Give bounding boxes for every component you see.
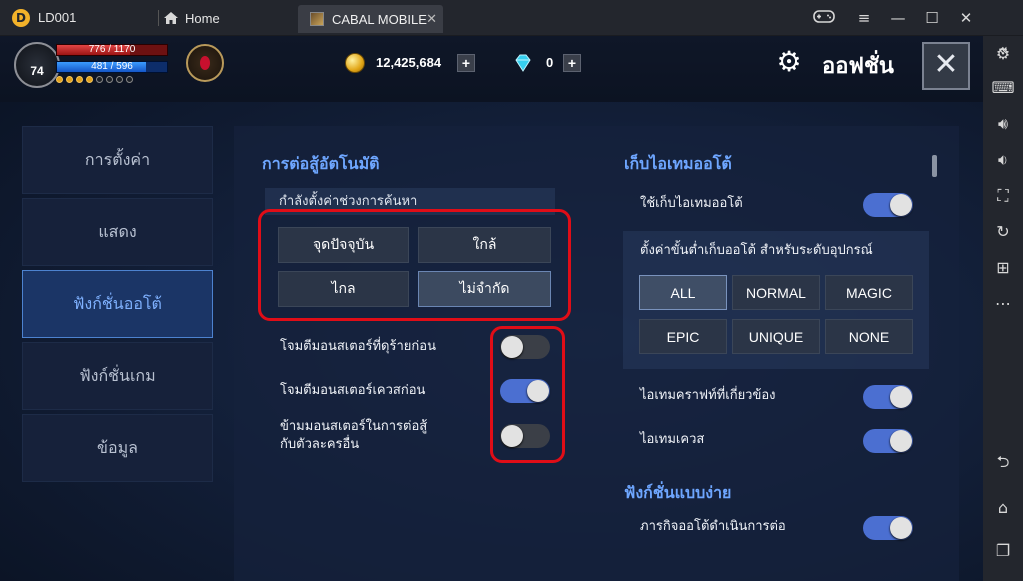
toggle-label-skip-monster: ข้ามมอนสเตอร์ในการต่อสู้ [280, 419, 428, 434]
quest-continue-toggle[interactable] [863, 516, 913, 540]
recent-apps-icon[interactable]: ❐ [991, 539, 1015, 563]
cabal-app-icon [310, 12, 324, 26]
ldplayer-logo-icon: D [12, 9, 30, 27]
menu-settings[interactable]: การตั้งค่า [22, 126, 213, 194]
exp-dot [116, 76, 123, 83]
settings-icon[interactable]: ⚙ [991, 42, 1015, 66]
toggle-knob [890, 517, 912, 539]
options-gear-icon: ⚙ [776, 45, 802, 78]
tab-divider [158, 10, 159, 26]
toggle-knob [890, 430, 912, 452]
craft-item-label: ไอเทมคราฟท์ที่เกี่ยวข้อง [640, 388, 776, 403]
highlight-range-box [258, 209, 571, 321]
tab-close-icon[interactable]: ✕ [426, 11, 437, 27]
diamond-icon [515, 54, 531, 72]
home-tab-label: Home [185, 10, 220, 26]
window-close-icon[interactable]: ✕ [954, 8, 978, 28]
quest-item-label: ไอเทมเควส [640, 432, 705, 447]
auto-loot-toggle[interactable] [863, 193, 913, 217]
back-icon[interactable]: ⮌ [991, 450, 1015, 474]
mp-text: 481 / 596 [91, 61, 133, 72]
exp-dot [106, 76, 113, 83]
gem-amount: 0 [546, 55, 554, 70]
auto-loot-enable-label: ใช้เก็บไอเทมออโต้ [640, 196, 743, 211]
exp-dots [56, 76, 133, 83]
minimize-icon[interactable]: — [886, 8, 910, 28]
grade-magic-button[interactable]: MAGIC [825, 275, 913, 310]
keyboard-icon[interactable]: ⌨ [991, 76, 1015, 100]
exp-dot [76, 76, 83, 83]
app-name: LD001 [38, 10, 77, 25]
panel-scrollbar[interactable] [932, 155, 937, 177]
toggle-knob [890, 194, 912, 216]
menu-info[interactable]: ข้อมูล [22, 414, 213, 482]
easy-function-title: ฟังก์ชั่นแบบง่าย [624, 483, 732, 502]
more-icon[interactable]: ⋯ [991, 292, 1015, 316]
quest-item-toggle[interactable] [863, 429, 913, 453]
player-hud: 74 776 / 1170 481 / 596 12,425,684 + 0 +… [0, 36, 983, 102]
volume-down-icon[interactable]: 🔉︎ [991, 148, 1015, 172]
menu-icon[interactable]: ≡ [852, 8, 876, 28]
game-tab-label: CABAL MOBILE [332, 11, 427, 27]
exp-dot [96, 76, 103, 83]
quest-continue-label: ภารกิจออโต้ดำเนินการต่อ [640, 519, 786, 534]
toggle-label-aggressive-first: โจมตีมอนสเตอร์ที่ดุร้ายก่อน [280, 339, 436, 354]
player-level: 74 [30, 64, 44, 78]
menu-display[interactable]: แสดง [22, 198, 213, 266]
grade-unique-button[interactable]: UNIQUE [732, 319, 820, 354]
grade-none-button[interactable]: NONE [825, 319, 913, 354]
menu-game-function[interactable]: ฟังก์ชั่นเกม [22, 342, 213, 410]
add-gem-button[interactable]: + [563, 54, 581, 72]
game-tab[interactable]: CABAL MOBILE ✕ [298, 5, 443, 33]
volume-up-icon[interactable]: 🔊︎ [991, 112, 1015, 136]
maximize-icon[interactable]: ☐ [920, 8, 944, 28]
options-title: ออฟชั่น [822, 54, 894, 79]
exp-dot [126, 76, 133, 83]
menu-auto-function[interactable]: ฟังก์ชั่นออโต้ [22, 270, 213, 338]
fullscreen-icon[interactable]: ⛶ [991, 184, 1015, 208]
exp-dot [66, 76, 73, 83]
grade-normal-button[interactable]: NORMAL [732, 275, 820, 310]
guild-emblem[interactable] [186, 44, 224, 82]
exp-dot [86, 76, 93, 83]
auto-loot-title: เก็บไอเทมออโต้ [624, 154, 732, 173]
emulator-sidebar: « ⚙ ⌨ 🔊︎ 🔉︎ ⛶ ↻ ⊞ ⋯ ⮌ ⌂ ❐ [983, 36, 1023, 581]
craft-item-toggle[interactable] [863, 385, 913, 409]
add-gold-button[interactable]: + [457, 54, 475, 72]
auto-combat-title: การต่อสู้อัตโนมัติ [262, 154, 380, 173]
grade-epic-button[interactable]: EPIC [639, 319, 727, 354]
emulator-title-bar: D LD001 Home CABAL MOBILE ✕ ≡ — ☐ ✕ [0, 0, 1023, 36]
gamepad-icon[interactable] [812, 8, 836, 28]
home-nav-icon[interactable]: ⌂ [991, 496, 1015, 520]
toggle-knob [890, 386, 912, 408]
home-tab[interactable]: Home [163, 6, 220, 30]
gold-coin-icon [345, 53, 365, 73]
rotate-icon[interactable]: ↻ [991, 220, 1015, 244]
close-options-button[interactable]: ✕ [922, 42, 970, 90]
highlight-toggles-box [490, 326, 565, 463]
home-icon [164, 12, 178, 24]
toggle-label-quest-monster-first: โจมตีมอนสเตอร์เควสก่อน [280, 383, 426, 398]
grade-filter-label: ตั้งค่าขั้นต่ำเก็บออโต้ สำหรับระดับอุปกร… [640, 243, 873, 258]
toggle-label-skip-monster-line2: กับตัวละครอื่น [280, 437, 360, 452]
emblem-gem-icon [200, 56, 210, 70]
grade-all-button[interactable]: ALL [639, 275, 727, 310]
exp-dot [56, 76, 63, 83]
add-apk-icon[interactable]: ⊞ [991, 256, 1015, 280]
hp-text: 776 / 1170 [88, 44, 136, 55]
gold-amount: 12,425,684 [376, 55, 442, 70]
